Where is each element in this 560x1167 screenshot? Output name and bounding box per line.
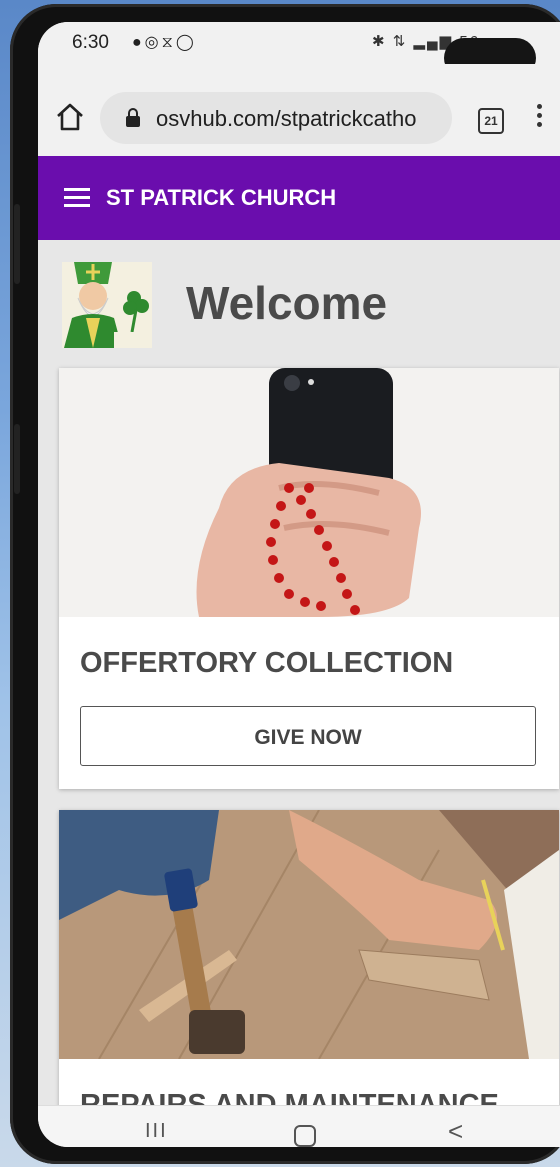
- overflow-menu-icon[interactable]: [537, 104, 543, 131]
- back-button[interactable]: <: [448, 1116, 463, 1147]
- main-content: Welcome OFFERTORY COLLECTION GIVE NOW RE…: [38, 240, 560, 1105]
- lock-icon: [126, 108, 140, 127]
- offertory-card: OFFERTORY COLLECTION GIVE NOW: [59, 368, 559, 789]
- flooring-repair-photo: [59, 810, 559, 1059]
- browser-toolbar: osvhub.com/stpatrickcatho 21: [38, 64, 560, 156]
- address-bar[interactable]: osvhub.com/stpatrickcatho: [100, 92, 452, 144]
- recents-button[interactable]: III: [145, 1120, 168, 1143]
- url-text[interactable]: osvhub.com/stpatrickcatho: [156, 106, 416, 132]
- site-title[interactable]: ST PATRICK CHURCH: [106, 185, 336, 211]
- give-now-button[interactable]: GIVE NOW: [80, 706, 536, 766]
- system-nav-bar: III <: [38, 1105, 560, 1147]
- saint-patrick-logo: [62, 262, 152, 348]
- repairs-card: REPAIRS AND MAINTENANCE: [59, 810, 559, 1105]
- tab-switcher-button[interactable]: 21: [478, 108, 504, 134]
- spotify-icon: ●: [132, 34, 145, 51]
- hourglass-icon: ⧖: [161, 34, 176, 51]
- card-title: REPAIRS AND MAINTENANCE: [80, 1089, 499, 1105]
- home-button[interactable]: [294, 1125, 316, 1147]
- phone-frame: 6:30 ●◎⧖◯ ✱ ⇅ ▂▄▆ 56 osvhub.com: [10, 4, 560, 1164]
- page-title: Welcome: [186, 277, 388, 329]
- status-time: 6:30: [72, 32, 109, 53]
- rosary-phone-photo: [59, 368, 559, 617]
- phone-screen: 6:30 ●◎⧖◯ ✱ ⇅ ▂▄▆ 56 osvhub.com: [38, 22, 560, 1147]
- hamburger-menu-icon[interactable]: [64, 188, 90, 212]
- whatsapp-icon: ◯: [175, 34, 197, 51]
- bluetooth-icon: ✱: [372, 33, 387, 50]
- status-bar: 6:30 ●◎⧖◯ ✱ ⇅ ▂▄▆ 56: [38, 22, 560, 78]
- site-header: ST PATRICK CHURCH: [38, 156, 560, 240]
- notification-icons: ●◎⧖◯: [132, 32, 197, 52]
- data-icon: ⇅: [392, 33, 408, 50]
- volume-button: [14, 204, 20, 284]
- power-button: [14, 424, 20, 494]
- home-icon[interactable]: [54, 102, 86, 132]
- card-title: OFFERTORY COLLECTION: [80, 647, 454, 679]
- instagram-icon: ◎: [144, 34, 162, 51]
